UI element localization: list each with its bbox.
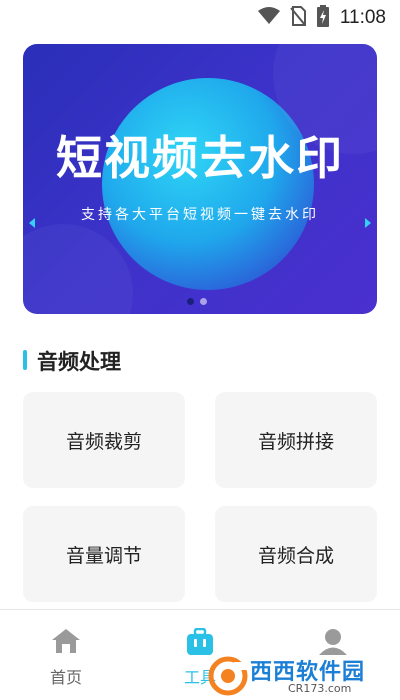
- no-sim-icon: [290, 6, 306, 30]
- tool-label: 音频拼接: [257, 430, 334, 453]
- pagination-dot-active[interactable]: [187, 298, 194, 305]
- audio-join-button[interactable]: 音频拼接: [215, 392, 377, 488]
- watermark-url: CR173.com: [288, 682, 352, 695]
- banner-prev-arrow-icon[interactable]: [29, 218, 35, 228]
- tool-label: 音频裁剪: [65, 430, 142, 453]
- banner-pagination: [187, 298, 207, 305]
- audio-trim-button[interactable]: 音频裁剪: [23, 392, 185, 488]
- volume-adjust-button[interactable]: 音量调节: [23, 506, 185, 602]
- home-icon: [51, 628, 81, 658]
- battery-charging-icon: [316, 5, 330, 31]
- nav-home[interactable]: 首页: [16, 610, 116, 700]
- section-accent-bar: [23, 350, 27, 370]
- banner-title: 短视频去水印: [56, 131, 344, 185]
- status-bar: 11:08: [0, 0, 400, 36]
- section-title: 音频处理: [37, 350, 121, 374]
- status-time: 11:08: [339, 7, 386, 28]
- tool-label: 音频合成: [257, 544, 334, 567]
- tool-label: 音量调节: [65, 544, 142, 567]
- audio-merge-button[interactable]: 音频合成: [215, 506, 377, 602]
- status-icons: 11:08: [257, 5, 386, 31]
- wifi-icon: [257, 7, 280, 29]
- pagination-dot[interactable]: [200, 298, 207, 305]
- banner-subtitle: 支持各大平台短视频一键去水印: [81, 207, 319, 223]
- site-watermark: 西西软件园 CR173.com: [206, 652, 386, 700]
- nav-home-label: 首页: [49, 668, 82, 687]
- promo-banner[interactable]: 短视频去水印 支持各大平台短视频一键去水印: [23, 44, 377, 314]
- banner-next-arrow-icon[interactable]: [365, 218, 371, 228]
